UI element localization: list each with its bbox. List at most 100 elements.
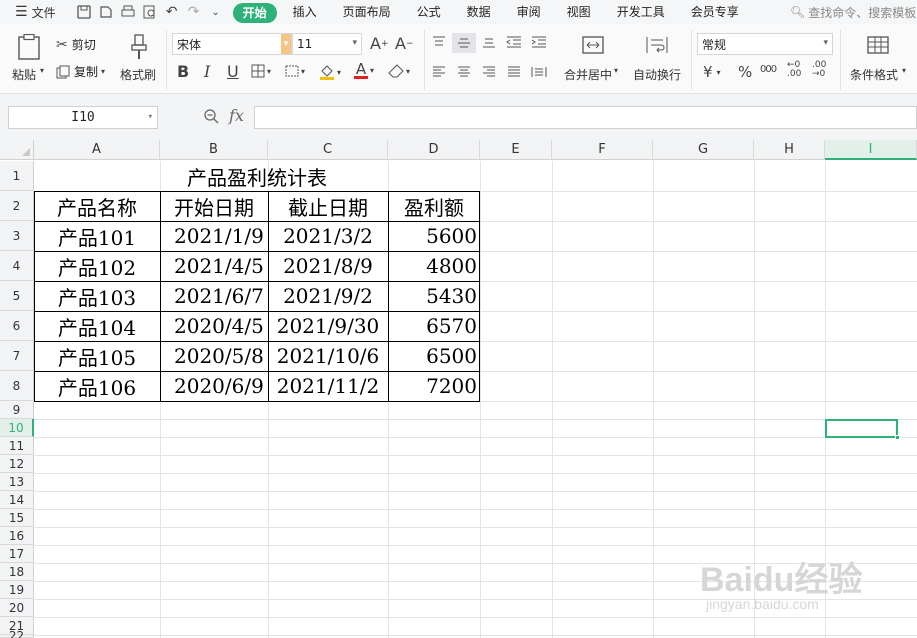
column-header-a[interactable]: A	[34, 140, 160, 160]
conditional-format-button[interactable]: 条件格式 ▾	[848, 32, 910, 88]
row-header-12[interactable]: 12	[0, 455, 34, 473]
align-bottom-button[interactable]	[482, 36, 496, 48]
row-header-2[interactable]: 2	[0, 191, 34, 221]
font-color-button[interactable]: A ▾	[354, 62, 374, 79]
row-header-10[interactable]: 10	[0, 419, 34, 437]
cut-button[interactable]: ✂ 剪切	[56, 36, 96, 53]
column-header-d[interactable]: D	[388, 140, 480, 160]
chevron-down-icon[interactable]: ▾	[148, 107, 153, 128]
print-preview-icon[interactable]	[139, 1, 161, 23]
number-format-select[interactable]: 常规 ▾	[697, 33, 833, 55]
row-header-19[interactable]: 19	[0, 581, 34, 599]
fx-icon[interactable]: fx	[229, 106, 244, 125]
select-all-corner[interactable]	[0, 140, 34, 160]
row-header-14[interactable]: 14	[0, 491, 34, 509]
zoom-lookup-icon[interactable]	[203, 108, 219, 127]
table-cell[interactable]: 2020/6/9	[160, 371, 268, 401]
table-cell[interactable]: 产品104	[34, 311, 160, 341]
row-header-6[interactable]: 6	[0, 311, 34, 341]
customize-toolbar-icon[interactable]: ⌄	[205, 1, 227, 23]
currency-button[interactable]: ¥ ▾	[703, 63, 721, 81]
tab-formulas[interactable]: 公式	[417, 0, 441, 24]
align-left-button[interactable]	[432, 66, 446, 78]
export-icon[interactable]	[95, 1, 117, 23]
decrease-decimal-icon[interactable]: .00 →0	[812, 61, 826, 79]
table-cell[interactable]: 2021/6/7	[160, 281, 268, 311]
fill-color-button[interactable]: ▾	[319, 64, 341, 80]
row-header-15[interactable]: 15	[0, 509, 34, 527]
table-cell[interactable]: 产品102	[34, 251, 160, 281]
underline-button[interactable]: U	[227, 62, 239, 81]
distribute-button[interactable]	[531, 66, 547, 78]
align-middle-button[interactable]	[452, 33, 476, 53]
row-header-13[interactable]: 13	[0, 473, 34, 491]
tab-developer[interactable]: 开发工具	[617, 0, 665, 24]
table-header-cell[interactable]: 盈利额	[388, 191, 480, 221]
column-header-i[interactable]: I	[825, 140, 917, 160]
tab-member[interactable]: 会员专享	[691, 0, 739, 24]
table-cell[interactable]: 产品103	[34, 281, 160, 311]
justify-button[interactable]	[507, 66, 521, 78]
increase-decimal-icon[interactable]: ←0.00	[787, 61, 801, 79]
table-header-cell[interactable]: 产品名称	[34, 191, 160, 221]
redo-icon[interactable]: ↷	[183, 1, 205, 23]
table-cell[interactable]: 5430	[388, 281, 480, 311]
row-header-8[interactable]: 8	[0, 371, 34, 401]
table-cell[interactable]: 6570	[388, 311, 480, 341]
font-size-select[interactable]: 11 ▾	[292, 33, 362, 55]
tab-insert[interactable]: 插入	[293, 0, 317, 24]
table-cell[interactable]: 4800	[388, 251, 480, 281]
table-cell[interactable]: 2021/11/2	[268, 371, 388, 401]
table-cell[interactable]: 2020/5/8	[160, 341, 268, 371]
column-header-h[interactable]: H	[754, 140, 825, 160]
decrease-indent-button[interactable]	[506, 36, 522, 48]
table-header-cell[interactable]: 截止日期	[268, 191, 388, 221]
row-header-20[interactable]: 20	[0, 599, 34, 617]
shrink-font-icon[interactable]: A −	[395, 34, 414, 53]
tab-review[interactable]: 审阅	[517, 0, 541, 24]
undo-icon[interactable]: ↶	[161, 1, 183, 23]
column-header-f[interactable]: F	[552, 140, 653, 160]
wrap-text-button[interactable]: 自动换行	[632, 32, 684, 88]
cell-style-button[interactable]: ▾	[285, 64, 305, 78]
column-header-e[interactable]: E	[480, 140, 552, 160]
name-box[interactable]: I10 ▾	[8, 106, 158, 129]
tab-home[interactable]: 开始	[232, 3, 277, 23]
row-header-18[interactable]: 18	[0, 563, 34, 581]
print-icon[interactable]	[117, 1, 139, 23]
format-painter-button[interactable]: 格式刷	[120, 32, 160, 88]
italic-button[interactable]: I	[204, 62, 210, 81]
sheet-title-cell[interactable]: 产品盈利统计表	[34, 161, 480, 191]
row-header-16[interactable]: 16	[0, 527, 34, 545]
row-header-3[interactable]: 3	[0, 221, 34, 251]
save-icon[interactable]	[73, 1, 95, 23]
row-header-17[interactable]: 17	[0, 545, 34, 563]
clear-format-button[interactable]: ▾	[388, 64, 410, 78]
tab-data[interactable]: 数据	[467, 0, 491, 24]
table-cell[interactable]: 5600	[388, 221, 480, 251]
table-cell[interactable]: 6500	[388, 341, 480, 371]
table-cell[interactable]: 2021/4/5	[160, 251, 268, 281]
command-search[interactable]: 🔍︎ 查找命令、搜索模板	[790, 2, 916, 22]
bold-button[interactable]: B	[177, 62, 189, 81]
fill-handle[interactable]	[895, 435, 900, 440]
row-header-11[interactable]: 11	[0, 437, 34, 455]
paste-button[interactable]: 粘贴 ▾	[12, 32, 46, 88]
row-header-5[interactable]: 5	[0, 281, 34, 311]
table-cell[interactable]: 2021/10/6	[268, 341, 388, 371]
table-cell[interactable]: 2021/9/30	[268, 311, 388, 341]
table-cell[interactable]: 2021/8/9	[268, 251, 388, 281]
align-center-button[interactable]	[457, 66, 471, 78]
table-header-cell[interactable]: 开始日期	[160, 191, 268, 221]
column-header-g[interactable]: G	[653, 140, 754, 160]
table-cell[interactable]: 产品105	[34, 341, 160, 371]
table-cell[interactable]: 产品106	[34, 371, 160, 401]
table-cell[interactable]: 产品101	[34, 221, 160, 251]
align-top-button[interactable]	[432, 36, 446, 48]
borders-button[interactable]: ▾	[251, 64, 271, 78]
row-header-1[interactable]: 1	[0, 161, 34, 191]
row-header-4[interactable]: 4	[0, 251, 34, 281]
align-right-button[interactable]	[482, 66, 496, 78]
percent-button[interactable]: %	[738, 63, 752, 81]
font-name-select[interactable]: 宋体 ▾	[172, 33, 292, 55]
